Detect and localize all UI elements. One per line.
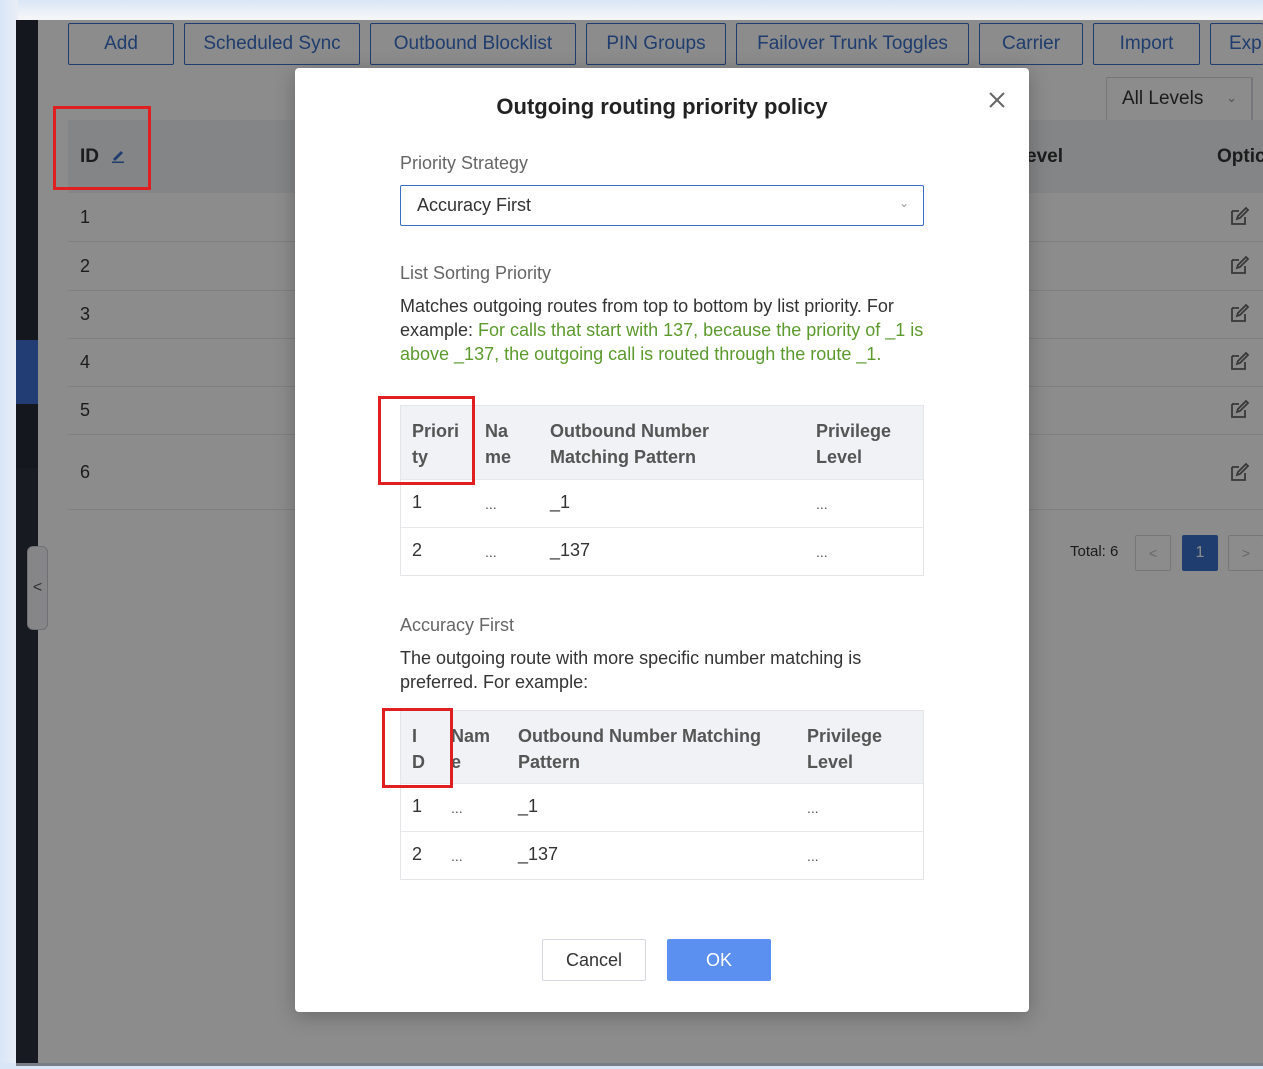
- column-header-privilege: Privilege Level: [816, 421, 892, 467]
- cell-id: 2: [412, 844, 423, 864]
- cell-priority: 2: [412, 540, 423, 560]
- cell-privilege: ...: [807, 800, 819, 816]
- cell-pattern: _137: [550, 540, 591, 560]
- priority-strategy-value: Accuracy First: [417, 195, 532, 215]
- table-header: I D Nam e Outbound Number Matching Patte…: [401, 711, 923, 783]
- priority-strategy-label: Priority Strategy: [400, 153, 529, 173]
- close-icon[interactable]: [985, 88, 1009, 112]
- accuracy-first-example-table: I D Nam e Outbound Number Matching Patte…: [400, 710, 924, 880]
- priority-policy-dialog: Outgoing routing priority policy Priorit…: [295, 68, 1029, 1012]
- cell-name: ...: [451, 848, 463, 864]
- table-row: 1 ... _1 ...: [401, 479, 923, 527]
- cell-pattern: _1: [550, 492, 571, 512]
- table-row: 1 ... _1 ...: [401, 783, 923, 831]
- list-sorting-priority-label: List Sorting Priority: [400, 263, 552, 283]
- dialog-title: Outgoing routing priority policy: [496, 94, 828, 119]
- column-header-privilege: Privilege Level: [807, 726, 883, 772]
- cell-name: ...: [485, 496, 497, 512]
- column-header-name: Nam e: [451, 726, 491, 772]
- list-sorting-example-text: For calls that start with 137, because t…: [400, 320, 924, 364]
- list-sorting-example-table: Priori ty Na me Outbound Number Matching…: [400, 405, 924, 576]
- cell-privilege: ...: [816, 496, 828, 512]
- column-header-pattern: Outbound Number Matching Pattern: [518, 726, 761, 772]
- column-header-name: Na me: [485, 421, 512, 467]
- annotation-highlight-box: [382, 708, 453, 788]
- table-row: 2 ... _137 ...: [401, 527, 923, 575]
- cell-name: ...: [485, 544, 497, 560]
- table-row: 2 ... _137 ...: [401, 831, 923, 879]
- cell-privilege: ...: [807, 848, 819, 864]
- accuracy-first-description: The outgoing route with more specific nu…: [400, 648, 862, 692]
- cancel-button[interactable]: Cancel: [542, 939, 646, 981]
- cell-pattern: _137: [518, 844, 559, 864]
- annotation-highlight-box: [53, 106, 151, 190]
- ok-button[interactable]: OK: [667, 939, 771, 981]
- list-sorting-desc-text: Matches outgoing routes from top to bott…: [400, 296, 862, 316]
- priority-strategy-select[interactable]: Accuracy First ⌄: [400, 185, 924, 226]
- cell-privilege: ...: [816, 544, 828, 560]
- annotation-highlight-box: [378, 396, 475, 485]
- chevron-down-icon: ⌄: [898, 196, 909, 210]
- frame-glow: [0, 0, 1263, 18]
- cell-pattern: _1: [518, 796, 539, 816]
- table-header: Priori ty Na me Outbound Number Matching…: [401, 406, 923, 479]
- accuracy-first-label: Accuracy First: [400, 615, 515, 635]
- cell-priority: 1: [412, 492, 423, 512]
- list-sorting-description: Matches outgoing routes from top to bott…: [400, 294, 930, 366]
- cell-name: ...: [451, 800, 463, 816]
- column-header-pattern: Outbound Number Matching Pattern: [550, 421, 709, 467]
- cell-id: 1: [412, 796, 423, 816]
